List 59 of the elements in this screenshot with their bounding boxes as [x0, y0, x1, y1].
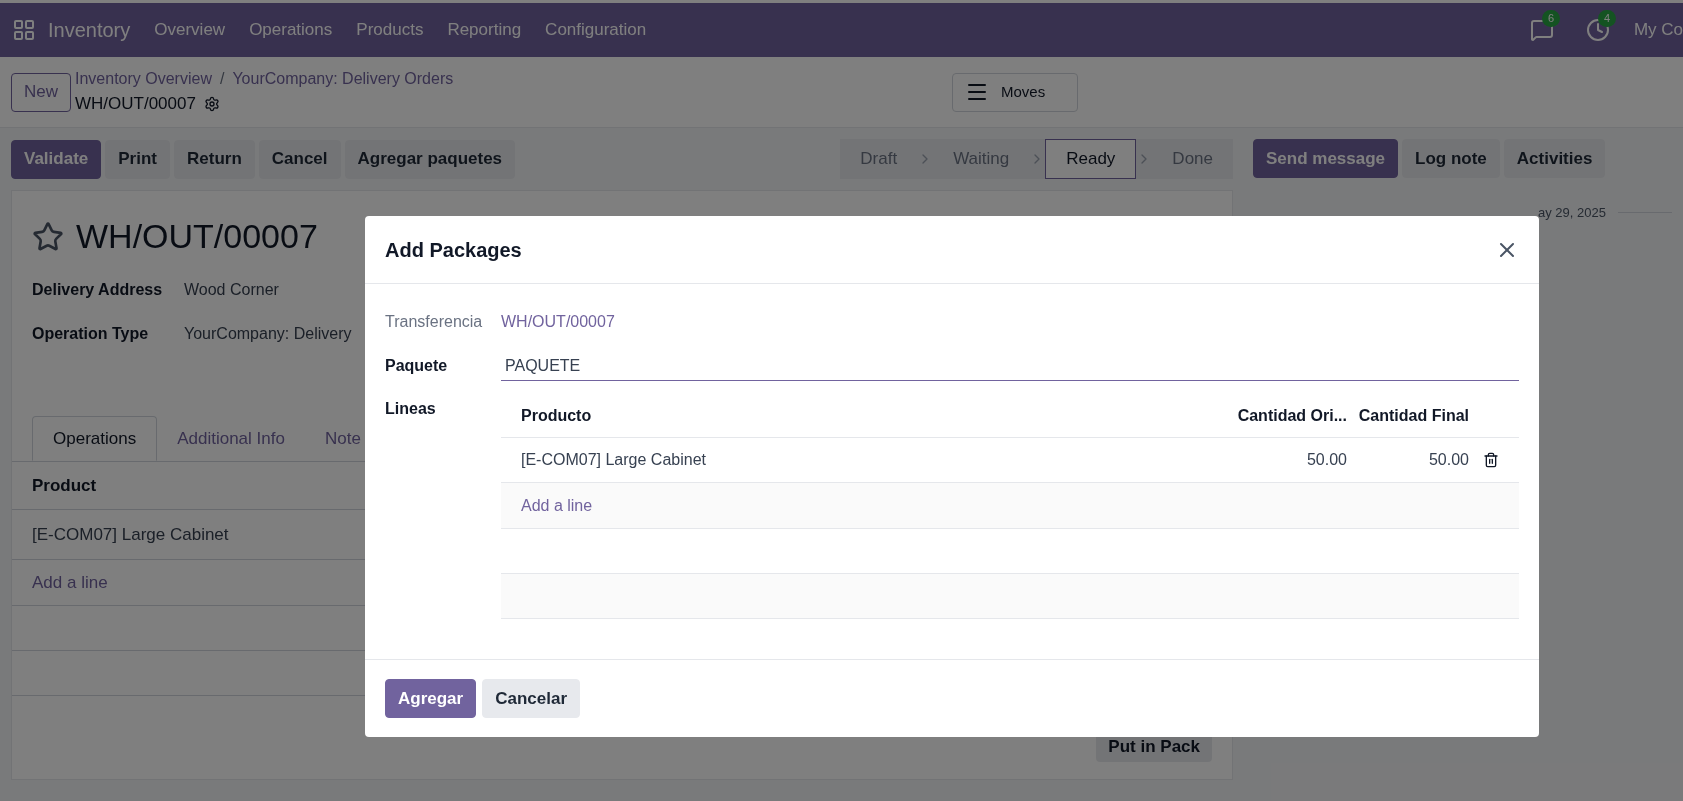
dialog-button[interactable]: Cancelar: [482, 679, 580, 718]
action-button[interactable]: Agregar paquetes: [344, 139, 516, 179]
field-value: YourCompany: Delivery: [184, 324, 352, 344]
status-stage[interactable]: Draft: [840, 139, 918, 179]
record-name: WH/OUT/00007: [75, 93, 196, 116]
column-header: Cantidad Ori...: [1236, 406, 1347, 426]
action-button[interactable]: Activities: [1503, 139, 1606, 178]
star-icon[interactable]: [32, 220, 64, 253]
status-stage[interactable]: Done: [1152, 139, 1233, 179]
status-stage[interactable]: Ready: [1045, 139, 1137, 179]
field-label: Transferencia: [385, 312, 484, 332]
action-button[interactable]: Validate: [11, 139, 102, 179]
table-cell-text: [E-COM07] Large Cabinet: [521, 450, 707, 470]
delete-icon[interactable]: [1483, 452, 1499, 468]
record-title: WH/OUT/00007: [76, 216, 318, 257]
app-name[interactable]: Inventory: [48, 15, 131, 45]
table-cell-text: 50.00: [1427, 450, 1469, 470]
action-button[interactable]: Send message: [1253, 139, 1399, 178]
action-button[interactable]: Return: [174, 139, 255, 179]
settings-icon[interactable]: [203, 96, 220, 112]
moves-button[interactable]: Moves: [952, 72, 1078, 112]
column-header: Product: [32, 474, 97, 497]
apps-menu-icon[interactable]: [12, 18, 36, 42]
form-tab[interactable]: Operations: [32, 416, 158, 461]
field-value: Wood Corner: [184, 280, 279, 300]
breadcrumb-link[interactable]: YourCompany: Delivery Orders: [232, 67, 454, 92]
status-stage[interactable]: Waiting: [933, 139, 1030, 179]
add-line-link[interactable]: Add a line: [521, 493, 593, 518]
action-button[interactable]: Print: [105, 139, 170, 179]
table-cell-text: [E-COM07] Large Cabinet: [32, 523, 229, 546]
field-label: Lineas: [385, 399, 437, 419]
breadcrumb-separator: /: [219, 69, 225, 90]
action-button[interactable]: Log note: [1402, 139, 1500, 178]
messages-badge: 6: [1541, 10, 1560, 27]
activities-badge: 4: [1597, 10, 1616, 27]
field-label: Delivery Address: [32, 280, 164, 300]
company-name[interactable]: My Co: [1633, 17, 1683, 43]
column-header: Cantidad Final: [1357, 406, 1469, 426]
chatter-date: ay 29, 2025: [1538, 204, 1606, 222]
field-label: Operation Type: [32, 324, 150, 344]
dialog-title: Add Packages: [385, 237, 523, 263]
menu-item[interactable]: Products: [356, 17, 424, 43]
menu-item[interactable]: Reporting: [447, 17, 522, 43]
field-label: Paquete: [385, 356, 449, 376]
dialog-button[interactable]: Agregar: [385, 679, 477, 718]
breadcrumb-link[interactable]: Inventory Overview: [75, 67, 212, 92]
menu-item[interactable]: Configuration: [545, 17, 647, 43]
menu-item[interactable]: Operations: [249, 17, 333, 43]
package-field[interactable]: PAQUETE: [501, 351, 1519, 381]
new-button[interactable]: New: [11, 72, 71, 112]
add-line-link[interactable]: Add a line: [32, 569, 108, 596]
column-header: Producto: [521, 406, 593, 426]
table-cell-text: 50.00: [1305, 450, 1347, 470]
menu-item[interactable]: Overview: [154, 17, 226, 43]
transfer-link[interactable]: WH/OUT/00007: [501, 310, 615, 334]
form-tab[interactable]: Additional Info: [157, 416, 305, 461]
action-button[interactable]: Cancel: [258, 139, 341, 179]
chevron-icon: [1029, 139, 1046, 179]
chevron-icon: [1136, 139, 1153, 179]
